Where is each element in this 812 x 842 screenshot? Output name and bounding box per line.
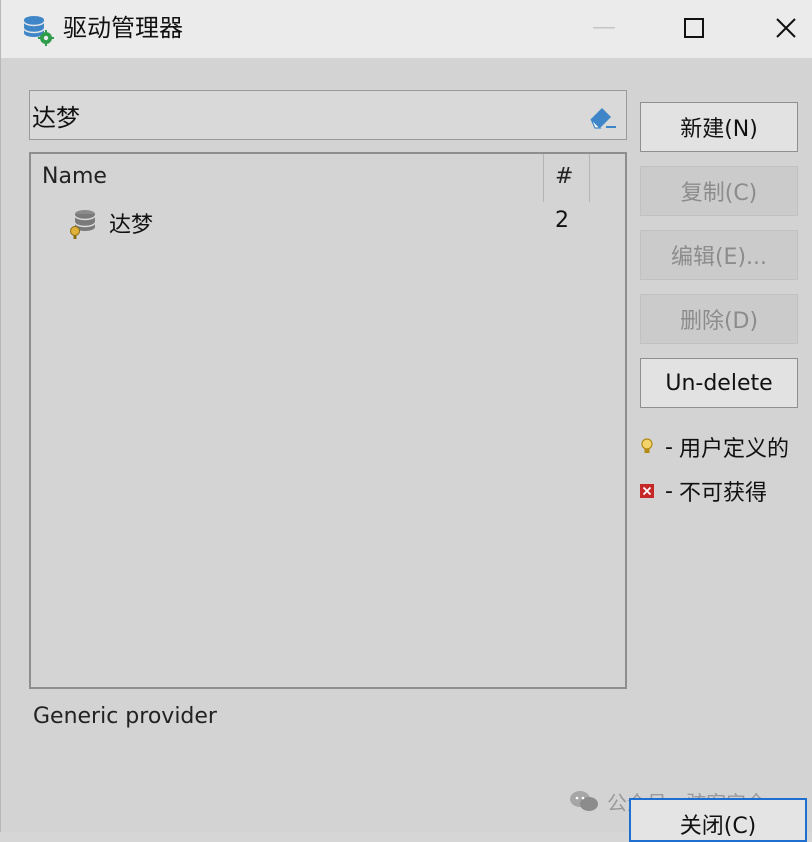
maximize-button[interactable] (669, 8, 719, 48)
delete-button[interactable]: 删除(D) (640, 294, 798, 344)
legend-label: 不可获得 (678, 481, 767, 506)
eraser-clear-icon[interactable] (584, 99, 618, 131)
legend-separator: - (665, 434, 673, 460)
driver-list[interactable]: Name # 达梦 2 (29, 152, 627, 689)
driver-count: 2 (555, 208, 569, 233)
lightbulb-icon (641, 438, 653, 453)
column-header-name[interactable]: Name (42, 164, 107, 189)
driver-manager-window: 驱动管理器 Name # (0, 0, 812, 842)
close-icon (776, 18, 796, 38)
column-divider (543, 154, 544, 202)
title-bar[interactable]: 驱动管理器 (1, 0, 812, 58)
search-input[interactable] (32, 95, 572, 135)
column-divider (589, 154, 590, 202)
provider-status: Generic provider (33, 704, 217, 729)
driver-name: 达梦 (109, 213, 154, 238)
legend-unavailable: - 不可获得 (639, 476, 767, 506)
red-x-icon (640, 484, 654, 498)
database-settings-icon (23, 16, 54, 46)
legend-separator: - (665, 478, 673, 504)
maximize-icon (684, 18, 704, 38)
minimize-icon (593, 27, 615, 29)
minimize-button[interactable] (579, 8, 629, 48)
window-title: 驱动管理器 (63, 14, 183, 42)
new-button[interactable]: 新建(N) (640, 102, 798, 152)
legend-label: 用户定义的 (678, 437, 789, 462)
search-box (29, 90, 627, 140)
column-header-count[interactable]: # (555, 164, 573, 189)
close-dialog-button[interactable]: 关闭(C) (629, 798, 807, 842)
table-row[interactable]: 达梦 2 (33, 202, 623, 242)
undelete-button[interactable]: Un-delete (640, 358, 798, 408)
edit-button[interactable]: 编辑(E)... (640, 230, 798, 280)
legend-user-defined: - 用户定义的 (639, 432, 789, 462)
wechat-icon (570, 791, 598, 811)
copy-button[interactable]: 复制(C) (640, 166, 798, 216)
close-window-button[interactable] (761, 8, 811, 48)
database-driver-icon (70, 210, 96, 239)
